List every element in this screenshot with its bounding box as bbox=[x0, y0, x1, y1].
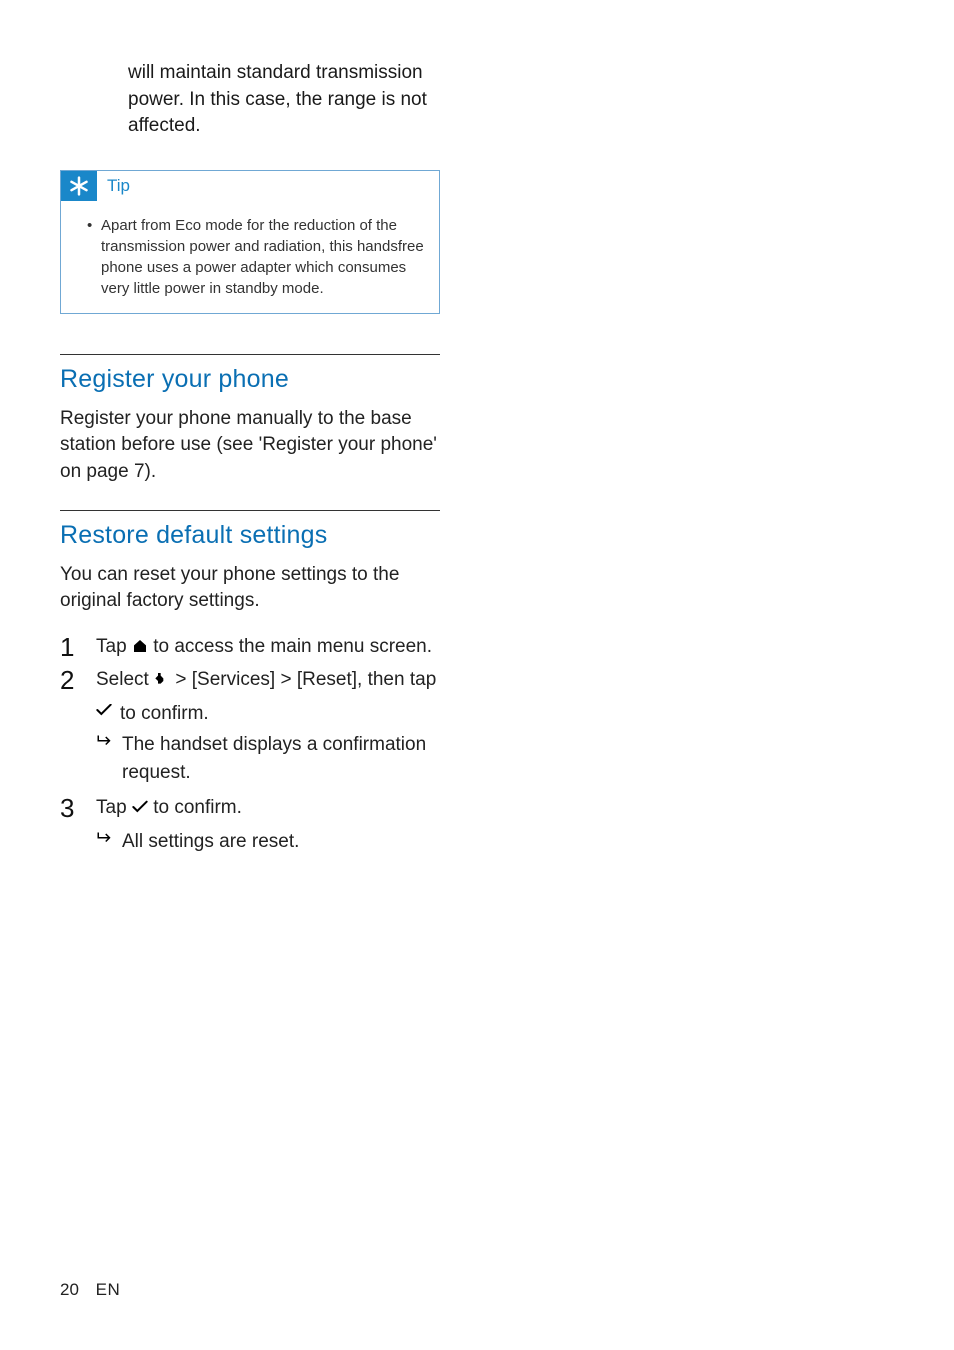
page-number: 20 bbox=[60, 1280, 79, 1299]
step-text: Select > [Services] > [Reset], then tap bbox=[96, 666, 440, 696]
tip-body: • Apart from Eco mode for the reduction … bbox=[61, 201, 439, 313]
divider bbox=[60, 510, 440, 511]
column-left: will maintain standard transmission powe… bbox=[60, 60, 440, 856]
home-icon bbox=[132, 635, 148, 663]
heading-restore: Restore default settings bbox=[60, 521, 440, 550]
tip-label: Tip bbox=[97, 176, 130, 196]
result-arrow-icon bbox=[96, 731, 122, 786]
step-number: 1 bbox=[60, 633, 96, 663]
register-paragraph: Register your phone manually to the base… bbox=[60, 406, 440, 486]
step-1: 1 Tap to access the main menu screen. bbox=[60, 633, 440, 663]
check-icon bbox=[132, 796, 148, 824]
step-number: 3 bbox=[60, 794, 96, 824]
settings-icon bbox=[154, 668, 170, 696]
result-arrow-icon bbox=[96, 828, 122, 856]
restore-intro: You can reset your phone settings to the… bbox=[60, 562, 440, 615]
bullet-icon: • bbox=[87, 215, 101, 299]
step-result-text: The handset displays a confirmation requ… bbox=[122, 731, 440, 786]
asterisk-icon bbox=[61, 171, 97, 201]
step-2: 2 Select > [Services] > [Reset], then ta… bbox=[60, 666, 440, 696]
heading-register: Register your phone bbox=[60, 365, 440, 394]
step-result-text: All settings are reset. bbox=[122, 828, 440, 856]
trailing-paragraph: will maintain standard transmission powe… bbox=[128, 60, 440, 140]
step-number: 2 bbox=[60, 666, 96, 696]
divider bbox=[60, 354, 440, 355]
page-language: EN bbox=[96, 1280, 121, 1299]
tip-header: Tip bbox=[61, 171, 439, 201]
check-icon bbox=[96, 700, 120, 728]
step-text: Tap to confirm. bbox=[96, 794, 440, 824]
step-2-sub1: to confirm. bbox=[96, 700, 440, 728]
step-sub-text: to confirm. bbox=[120, 700, 440, 728]
step-3-result: All settings are reset. bbox=[96, 828, 440, 856]
step-2-result: The handset displays a confirmation requ… bbox=[96, 731, 440, 786]
step-3: 3 Tap to confirm. bbox=[60, 794, 440, 824]
steps-list: 1 Tap to access the main menu screen. 2 … bbox=[60, 633, 440, 856]
step-text: Tap to access the main menu screen. bbox=[96, 633, 440, 663]
page: will maintain standard transmission powe… bbox=[0, 0, 954, 1350]
tip-text: Apart from Eco mode for the reduction of… bbox=[101, 215, 425, 299]
tip-box: Tip • Apart from Eco mode for the reduct… bbox=[60, 170, 440, 314]
page-footer: 20 EN bbox=[60, 1280, 120, 1300]
